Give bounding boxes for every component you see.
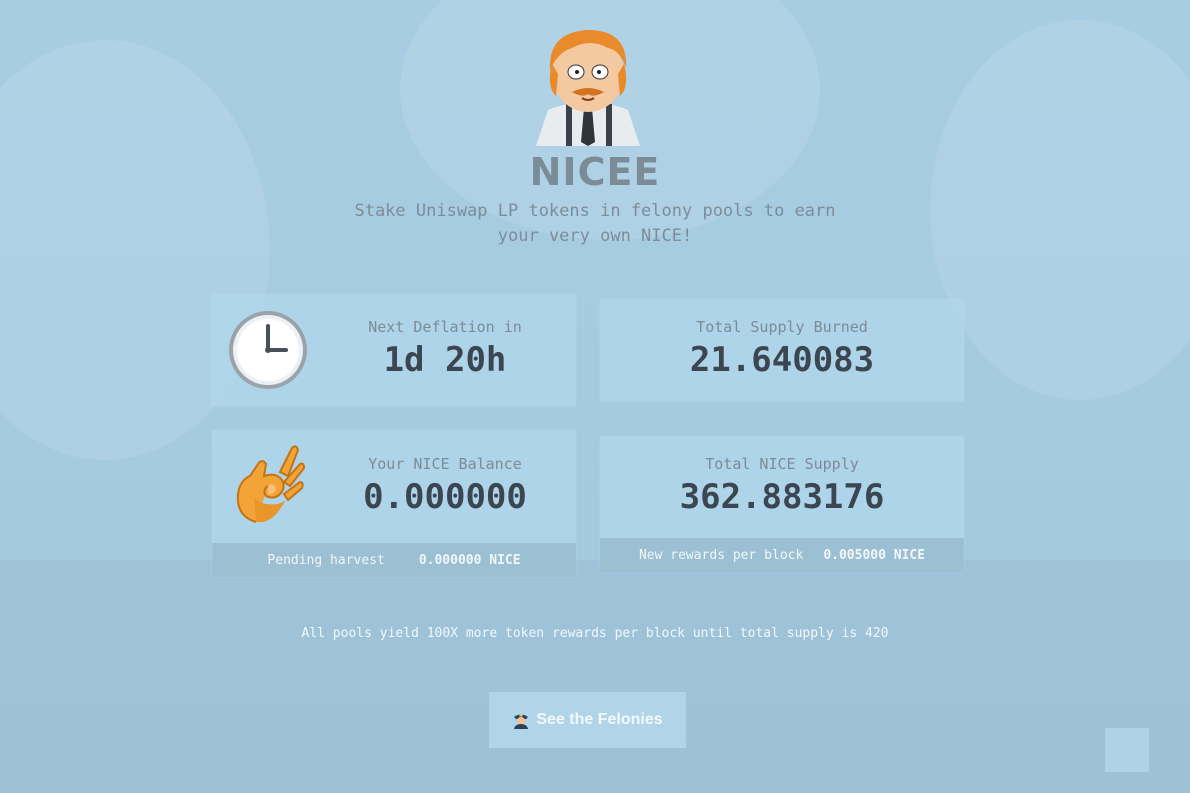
logo-character-icon: [536, 30, 640, 146]
clock-icon: [229, 311, 307, 389]
total-burned-label: Total Supply Burned: [696, 318, 868, 336]
pending-harvest-label: Pending harvest: [267, 552, 385, 568]
ok-hand-icon: [236, 445, 306, 523]
balance-card: Your NICE Balance 0.000000 Pending harve…: [212, 430, 576, 577]
balance-label: Your NICE Balance: [368, 455, 522, 473]
total-burned-value: 21.640083: [689, 340, 875, 380]
total-supply-label: Total NICE Supply: [705, 455, 859, 473]
balance-value: 0.000000: [363, 477, 527, 517]
see-felonies-button[interactable]: See the Felonies: [489, 692, 686, 748]
rewards-per-block-bar: New rewards per block 0.005000 NICE: [600, 538, 964, 572]
yield-note: All pools yield 100X more token rewards …: [301, 626, 889, 641]
page: NICEE Stake Uniswap LP tokens in felony …: [0, 0, 1190, 793]
see-felonies-label: See the Felonies: [536, 711, 663, 728]
tagline-line-1: Stake Uniswap LP tokens in felony pools …: [354, 201, 836, 221]
tagline-line-2: your very own NICE!: [497, 226, 693, 246]
next-deflation-value: 1d 20h: [383, 340, 507, 380]
tagline: Stake Uniswap LP tokens in felony pools …: [0, 199, 1190, 249]
police-officer-icon: [512, 711, 530, 729]
total-burned-card: Total Supply Burned 21.640083: [600, 299, 964, 401]
corner-widget[interactable]: [1105, 728, 1149, 772]
next-deflation-label: Next Deflation in: [368, 318, 522, 336]
background-shade: [0, 560, 1190, 793]
rewards-per-block-value: 0.005000 NICE: [823, 547, 926, 563]
total-supply-card: Total NICE Supply 362.883176 New rewards…: [600, 436, 964, 572]
next-deflation-card: Next Deflation in 1d 20h: [212, 294, 576, 406]
pending-harvest-value: 0.000000 NICE: [418, 552, 521, 568]
total-supply-value: 362.883176: [679, 477, 885, 517]
pending-harvest-bar: Pending harvest 0.000000 NICE: [212, 543, 576, 577]
rewards-per-block-label: New rewards per block: [638, 547, 804, 563]
brand-title: NICEE: [529, 150, 661, 194]
